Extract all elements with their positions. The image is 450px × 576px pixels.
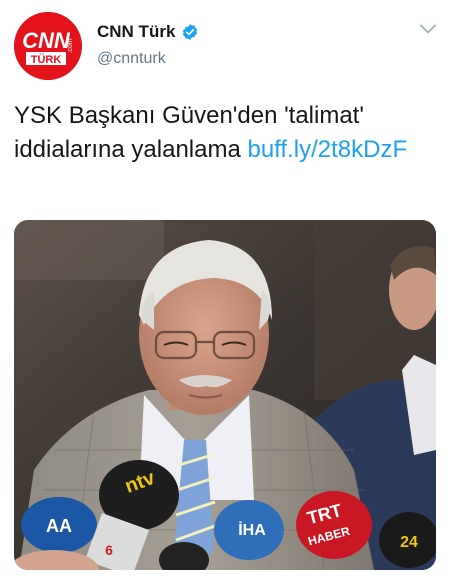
mic-label-aa: AA <box>46 516 72 536</box>
mic-label-24: 24 <box>400 534 418 551</box>
display-name[interactable]: CNN Türk <box>97 22 175 42</box>
cnn-turk-logo-icon: CNN TÜRK .com <box>14 12 82 80</box>
chevron-down-icon[interactable] <box>420 24 436 34</box>
mic-label-news: 6 <box>105 542 113 558</box>
name-row: CNN Türk <box>97 22 199 42</box>
avatar[interactable]: CNN TÜRK .com <box>14 12 82 80</box>
logo-line2: TÜRK <box>31 53 62 66</box>
logo-line1: CNN <box>22 28 71 53</box>
verified-badge-icon <box>183 24 198 40</box>
tweet-link[interactable]: buff.ly/2t8kDzF <box>247 136 407 163</box>
press-photo: AA ntv 6 İHA TRT HABER 24 <box>14 220 436 570</box>
tweet-text: YSK Başkanı Güven'den 'talimat' iddialar… <box>14 99 424 167</box>
tweet-header: CNN TÜRK .com CNN Türk @cnnturk <box>0 0 450 90</box>
logo-side: .com <box>67 38 74 53</box>
tweet-photo[interactable]: AA ntv 6 İHA TRT HABER 24 <box>14 220 436 570</box>
mic-label-iha: İHA <box>238 521 266 539</box>
user-handle[interactable]: @cnnturk <box>97 50 166 68</box>
